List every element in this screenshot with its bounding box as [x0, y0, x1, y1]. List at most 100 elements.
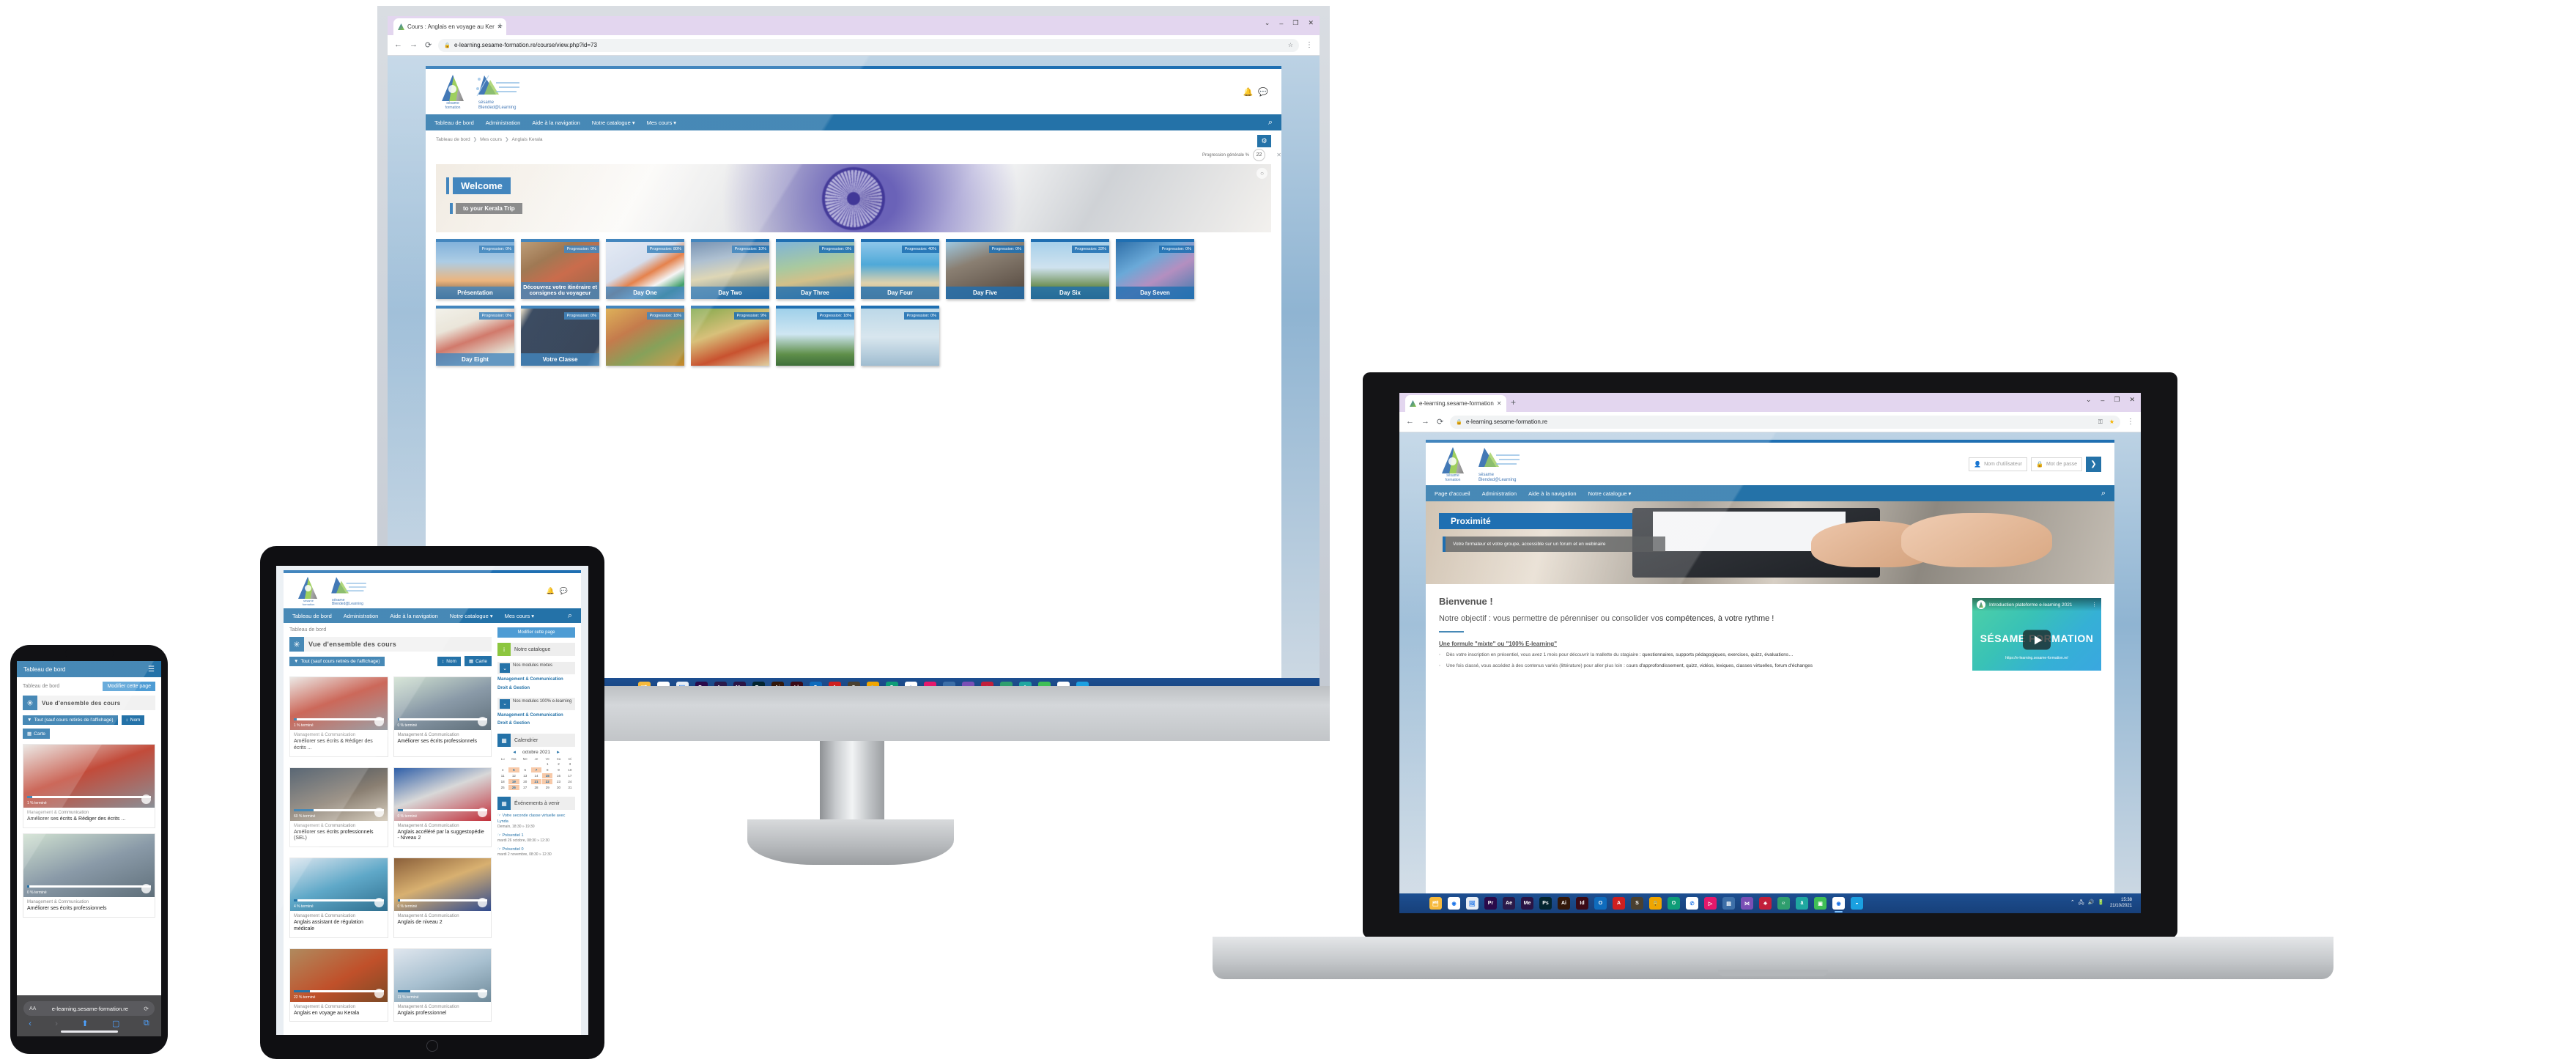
sort-name-button[interactable]: ↕ Nom: [437, 656, 461, 666]
text-size-icon[interactable]: AA: [29, 1006, 36, 1011]
taskbar-adobe-acrobat-icon[interactable]: A: [1613, 897, 1625, 910]
calendar-day[interactable]: 7: [530, 767, 542, 773]
course-menu-icon[interactable]: [141, 794, 151, 804]
calendar-day[interactable]: 6: [520, 767, 530, 772]
close-icon[interactable]: ✕: [1497, 400, 1502, 407]
key-icon[interactable]: ⚿: [2098, 418, 2103, 426]
close-icon[interactable]: ✕: [1276, 152, 1281, 158]
bell-icon[interactable]: 🔔: [547, 587, 555, 595]
bell-icon[interactable]: 🔔: [1243, 87, 1254, 97]
course-card[interactable]: Progression: 0% Day Five: [946, 239, 1024, 299]
nav-item-my-courses[interactable]: Mes cours ▾: [505, 613, 534, 619]
course-card[interactable]: Progression: 0% Day Eight: [436, 306, 514, 366]
taskbar-sublime-text-icon[interactable]: S: [1631, 897, 1643, 910]
gear-icon[interactable]: ⚙: [1257, 135, 1271, 147]
calendar-day[interactable]: 22: [542, 779, 553, 785]
chevron-down-icon[interactable]: ⌄: [500, 663, 510, 673]
safari-address-bar[interactable]: AA e-learning.sesame-formation.re ⟳: [23, 1001, 155, 1016]
banner-dismiss-icon[interactable]: ○: [1256, 168, 1267, 179]
catalogue-link[interactable]: Management & Communication: [497, 677, 575, 683]
course-menu-icon[interactable]: [478, 988, 487, 998]
youtube-video-embed[interactable]: Introduction plateforme e-learning 2021 …: [1972, 598, 2101, 671]
tablet-home-button[interactable]: [426, 1040, 438, 1052]
nav-item-dashboard[interactable]: Tableau de bord: [434, 119, 474, 126]
course-card[interactable]: Progression: 18%: [776, 306, 854, 366]
course-menu-icon[interactable]: [374, 807, 384, 817]
calendar-day[interactable]: 19: [508, 779, 519, 785]
nav-item-catalogue[interactable]: Notre catalogue ▾: [592, 119, 635, 126]
back-button[interactable]: ←: [1406, 417, 1414, 427]
video-menu-icon[interactable]: ⋮: [2092, 602, 2097, 608]
calendar-day[interactable]: 17: [565, 773, 575, 778]
calendar-day[interactable]: 2: [553, 762, 563, 767]
taskbar-curl-app-icon[interactable]: ℮: [1777, 897, 1790, 910]
course-card[interactable]: Progression: 0% Day Seven: [1116, 239, 1194, 299]
taskbar-google-chrome-icon[interactable]: ◉: [1448, 897, 1460, 910]
reload-button[interactable]: ⟳: [425, 40, 432, 50]
calendar-day[interactable]: 24: [565, 779, 575, 784]
calendar-day[interactable]: 15: [542, 773, 553, 779]
taskbar-adobe-photoshop-icon[interactable]: Ps: [1539, 897, 1552, 910]
course-card[interactable]: 0 % terminé Management & Communication Ang…: [393, 858, 492, 938]
browser-tab[interactable]: e-learning.sesame-formation ✕: [1405, 395, 1506, 412]
nav-item-dashboard[interactable]: Tableau de bord: [292, 613, 332, 619]
taskbar-teal-app-icon[interactable]: ā: [1796, 897, 1808, 910]
catalogue-link[interactable]: Droit & Gestion: [497, 686, 575, 692]
calendar-day[interactable]: 25: [497, 785, 508, 790]
course-card[interactable]: 0 % terminé Management & Communication Ang…: [393, 767, 492, 847]
calendar-day[interactable]: 18: [497, 779, 508, 784]
course-card[interactable]: Progression: 9%: [691, 306, 769, 366]
taskbar-file-explorer-icon[interactable]: 🗂: [1429, 897, 1442, 910]
course-menu-icon[interactable]: [374, 988, 384, 998]
phone-nav-label[interactable]: Tableau de bord: [23, 666, 65, 673]
calendar-day[interactable]: 14: [531, 773, 541, 778]
view-card-button[interactable]: ▦ Carte: [464, 656, 492, 666]
course-card[interactable]: Progression: 80% Day One: [606, 239, 684, 299]
taskbar-visual-studio-icon[interactable]: ⋈: [1741, 897, 1753, 910]
chevron-down-icon[interactable]: ⌄: [1265, 19, 1270, 27]
filter-all-button[interactable]: ▼ Tout (sauf cours retirés de l'affichag…: [289, 656, 385, 666]
search-icon[interactable]: ⌕: [1268, 118, 1273, 128]
chat-icon[interactable]: 💬: [1258, 87, 1268, 97]
forward-button[interactable]: →: [410, 40, 418, 50]
calendar-day[interactable]: 30: [553, 785, 563, 790]
nav-item-navigation-help[interactable]: Aide à la navigation: [390, 613, 437, 619]
new-tab-button[interactable]: +: [497, 21, 503, 31]
calendar-day[interactable]: 5: [508, 767, 519, 773]
taskbar-locked-app-icon[interactable]: 🔒: [1649, 897, 1662, 910]
back-icon[interactable]: ‹: [29, 1019, 32, 1028]
chevron-down-icon[interactable]: ⌄: [2086, 396, 2092, 404]
course-card[interactable]: Progression: 10% Day Two: [691, 239, 769, 299]
course-card[interactable]: 4 % terminé Management & Communication Ang…: [289, 858, 388, 938]
calendar-day[interactable]: 8: [542, 767, 552, 772]
calendar-day[interactable]: 13: [520, 773, 530, 778]
calendar-day[interactable]: 20: [520, 779, 530, 784]
bookmark-star-icon[interactable]: ★: [2109, 418, 2114, 425]
breadcrumb-item-current-course[interactable]: Anglais Kerala: [512, 137, 543, 142]
browser-tab[interactable]: Cours : Anglais en voyage au Ker ✕: [393, 18, 507, 35]
taskbar-media-player-icon[interactable]: ▷: [1704, 897, 1717, 910]
course-card[interactable]: Progression: 0% Découvrez votre itinérair…: [521, 239, 599, 299]
course-card[interactable]: 1 % terminé Management & Communication Amé…: [23, 744, 155, 828]
taskbar-adobe-premiere-pro-icon[interactable]: Pr: [1484, 897, 1497, 910]
sesame-blended-learning-logo[interactable]: sésame Blended@Learning: [327, 575, 370, 607]
browser-menu-icon[interactable]: ⋮: [1306, 41, 1313, 49]
course-card[interactable]: 0 % terminé Management & Communication Amé…: [393, 676, 492, 757]
nav-item-administration[interactable]: Administration: [486, 119, 521, 126]
chevron-down-icon[interactable]: ⌄: [500, 698, 510, 709]
course-card[interactable]: 22 % terminé Management & Communication An…: [289, 948, 388, 1022]
forward-icon[interactable]: ›: [55, 1019, 58, 1028]
breadcrumb-item-dashboard[interactable]: Tableau de bord: [436, 137, 470, 142]
taskbar-opera-icon[interactable]: O: [1668, 897, 1680, 910]
chat-icon[interactable]: 💬: [560, 587, 568, 595]
catalogue-link[interactable]: Management & Communication: [497, 713, 575, 719]
course-card[interactable]: Progression: 18%: [606, 306, 684, 366]
course-card[interactable]: 60 % terminé Management & Communication Am…: [289, 767, 388, 847]
nav-item-catalogue[interactable]: Notre catalogue ▾: [450, 613, 493, 619]
close-window-button[interactable]: ✕: [1308, 19, 1314, 27]
calendar-day[interactable]: 9: [553, 767, 563, 772]
sesame-formation-logo[interactable]: sésame formation: [1439, 446, 1467, 482]
bookmark-star-icon[interactable]: ☆: [1288, 42, 1293, 48]
calendar-day[interactable]: 11: [497, 773, 508, 778]
taskbar-adobe-illustrator-icon[interactable]: Ai: [1558, 897, 1570, 910]
